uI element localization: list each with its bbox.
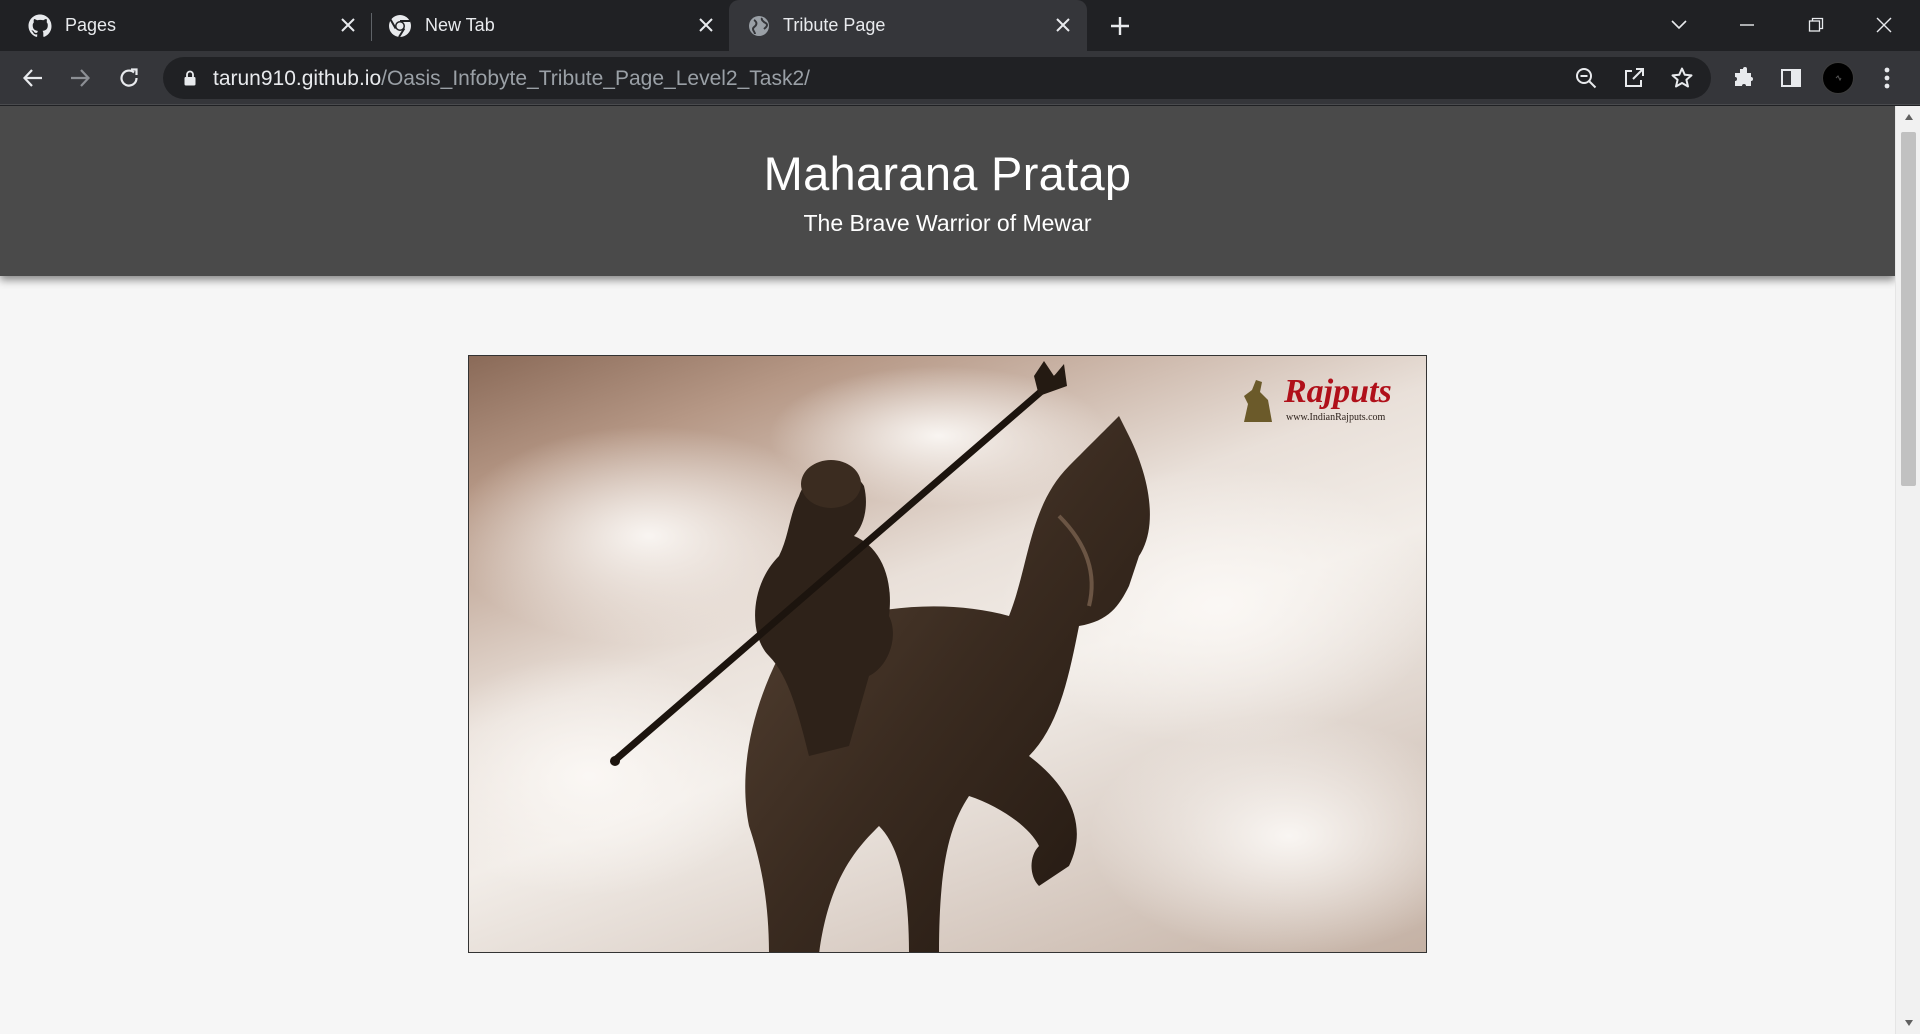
forward-icon[interactable] — [66, 64, 94, 92]
address-bar[interactable]: tarun910.github.io/Oasis_Infobyte_Tribut… — [163, 57, 1711, 99]
profile-avatar[interactable] — [1822, 62, 1854, 94]
scrollbar-thumb[interactable] — [1901, 132, 1916, 486]
page-viewport: Maharana Pratap The Brave Warrior of Mew… — [0, 106, 1895, 1034]
tab-title: New Tab — [425, 15, 495, 35]
scroll-up-arrow-icon[interactable] — [1896, 106, 1920, 128]
zoom-out-icon[interactable] — [1573, 65, 1599, 91]
watermark-url: www.IndianRajputs.com — [1286, 412, 1386, 423]
chrome-icon — [388, 14, 412, 38]
page-scrollbar[interactable] — [1895, 106, 1920, 1034]
close-window-icon[interactable] — [1869, 10, 1899, 40]
url-text[interactable]: tarun910.github.io/Oasis_Infobyte_Tribut… — [213, 67, 810, 91]
lock-icon[interactable] — [181, 69, 199, 87]
restore-icon[interactable] — [1801, 10, 1831, 40]
page-subtitle: The Brave Warrior of Mewar — [803, 210, 1092, 236]
extensions-icon[interactable] — [1729, 64, 1757, 92]
globe-icon — [747, 14, 771, 38]
github-icon — [28, 14, 52, 38]
close-tab-icon[interactable] — [336, 13, 360, 37]
menu-icon[interactable] — [1873, 64, 1901, 92]
tab-strip: Pages New Tab Tribute Page — [0, 0, 1920, 51]
reload-icon[interactable] — [115, 64, 143, 92]
tab-search-chevron-icon[interactable] — [1664, 10, 1694, 40]
hero-image: Rajputs www.IndianRajputs.com — [468, 355, 1427, 953]
url-host: tarun910.github.io — [213, 67, 382, 90]
share-icon[interactable] — [1621, 65, 1647, 91]
url-path: /Oasis_Infobyte_Tribute_Page_Level2_Task… — [381, 67, 810, 90]
page-title: Maharana Pratap — [763, 147, 1132, 200]
tab-title: Tribute Page — [783, 15, 886, 35]
close-tab-icon[interactable] — [1051, 13, 1075, 37]
new-tab-plus-icon[interactable] — [1106, 12, 1134, 40]
bookmark-star-icon[interactable] — [1669, 65, 1695, 91]
watermark-brand: Rajputs — [1283, 373, 1392, 410]
tab-tribute-page[interactable]: Tribute Page — [729, 0, 1087, 51]
tab-pages[interactable]: Pages — [0, 0, 364, 51]
tab-title: Pages — [65, 15, 117, 35]
watermark-logo: Rajputs www.IndianRajputs.com — [1238, 366, 1414, 426]
site-header: Maharana Pratap The Brave Warrior of Mew… — [0, 106, 1895, 276]
back-icon[interactable] — [19, 64, 47, 92]
tab-new-tab[interactable]: New Tab — [372, 0, 729, 51]
scroll-down-arrow-icon[interactable] — [1896, 1012, 1920, 1034]
minimize-icon[interactable] — [1732, 10, 1762, 40]
close-tab-icon[interactable] — [694, 13, 718, 37]
browser-toolbar: tarun910.github.io/Oasis_Infobyte_Tribut… — [0, 51, 1920, 105]
side-panel-icon[interactable] — [1777, 64, 1805, 92]
statue-illustration — [469, 361, 1426, 952]
